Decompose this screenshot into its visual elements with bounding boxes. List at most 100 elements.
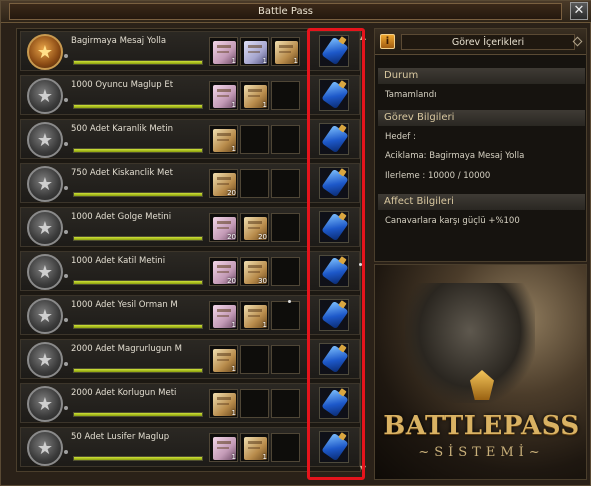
item-slot[interactable]: 20	[240, 213, 269, 242]
item-slot[interactable]: 1	[209, 345, 238, 374]
item-slot[interactable]	[271, 213, 300, 242]
reward-slots: 11	[209, 81, 300, 110]
claim-reward-slot[interactable]	[319, 387, 349, 419]
item-quantity: 1	[262, 321, 267, 329]
potion-bottle-icon[interactable]	[321, 36, 349, 66]
claim-reward-slot[interactable]	[319, 343, 349, 375]
item-slot[interactable]	[271, 389, 300, 418]
item-slot[interactable]: 1	[209, 433, 238, 462]
star-medal-icon: ★	[27, 298, 63, 334]
item-slot[interactable]	[271, 81, 300, 110]
claim-reward-slot[interactable]	[319, 123, 349, 155]
knight-artwork	[405, 283, 535, 403]
item-slot[interactable]: 1	[271, 37, 300, 66]
claim-reward-slot[interactable]	[319, 167, 349, 199]
mission-row[interactable]: ★ 2000 Adet Magrurlugun M 1	[20, 339, 360, 379]
reward-slots: 11	[209, 433, 300, 462]
scroll-down-arrow-icon[interactable]: ▼	[358, 465, 368, 473]
mission-row[interactable]: ★ 2000 Adet Korlugun Meti 1	[20, 383, 360, 423]
mission-row[interactable]: ★ 1000 Adet Katil Metini 20 30	[20, 251, 360, 291]
reward-slots: 1	[209, 345, 300, 374]
mission-row[interactable]: ★ 50 Adet Lusifer Maglup 1 1	[20, 427, 360, 467]
progress-fill	[74, 149, 202, 152]
item-slot[interactable]: 1	[209, 389, 238, 418]
scrollbar[interactable]: ▲ ▼	[358, 33, 368, 473]
potion-bottle-icon[interactable]	[321, 212, 349, 242]
claim-reward-slot[interactable]	[319, 79, 349, 111]
medal-dot	[64, 98, 68, 102]
item-quantity: 1	[262, 453, 267, 461]
item-slot[interactable]	[271, 301, 300, 330]
progress-fill	[74, 237, 202, 240]
item-slot[interactable]: 1	[240, 433, 269, 462]
item-slot[interactable]: 1	[209, 125, 238, 154]
item-slot[interactable]: 1	[240, 301, 269, 330]
item-quantity: 1	[262, 101, 267, 109]
star-medal-icon: ★	[27, 254, 63, 290]
item-slot[interactable]: 1	[209, 81, 238, 110]
mission-row[interactable]: ★ 1000 Oyuncu Maglup Et 1 1	[20, 75, 360, 115]
mission-row[interactable]: ★ 1000 Adet Golge Metini 20 20	[20, 207, 360, 247]
claim-reward-slot[interactable]	[319, 35, 349, 67]
claim-reward-slot[interactable]	[319, 299, 349, 331]
potion-bottle-icon[interactable]	[321, 124, 349, 154]
status-value: Tamamlandı	[385, 90, 437, 100]
star-medal-icon: ★	[27, 166, 63, 202]
item-slot[interactable]	[240, 389, 269, 418]
claim-reward-slot[interactable]	[319, 431, 349, 463]
item-quantity: 1	[231, 321, 236, 329]
item-slot[interactable]: 20	[209, 169, 238, 198]
item-slot[interactable]	[271, 257, 300, 286]
item-slot[interactable]: 1	[209, 37, 238, 66]
item-slot[interactable]: 1	[209, 301, 238, 330]
divider-dot	[359, 263, 362, 266]
potion-bottle-icon[interactable]	[321, 344, 349, 374]
item-slot[interactable]: 1	[240, 37, 269, 66]
mission-progress-bar	[73, 236, 203, 241]
potion-bottle-icon[interactable]	[321, 300, 349, 330]
item-slot[interactable]	[271, 345, 300, 374]
claim-reward-slot[interactable]	[319, 211, 349, 243]
mission-list: ★ Bagirmaya Mesaj Yolla 1 1 1 ★ 1000 Oyuncu Ma…	[16, 28, 361, 472]
item-slot[interactable]: 20	[209, 213, 238, 242]
potion-bottle-icon[interactable]	[321, 256, 349, 286]
target-label: Hedef :	[385, 132, 416, 142]
potion-bottle-icon[interactable]	[321, 432, 349, 462]
item-slot[interactable]	[271, 125, 300, 154]
mission-row[interactable]: ★ 500 Adet Karanlik Metin 1	[20, 119, 360, 159]
reward-slots: 20 30	[209, 257, 300, 286]
progress-fill	[74, 105, 202, 108]
potion-bottle-icon[interactable]	[321, 168, 349, 198]
potion-bottle-icon[interactable]	[321, 80, 349, 110]
potion-bottle-icon[interactable]	[321, 388, 349, 418]
item-slot[interactable]: 1	[240, 81, 269, 110]
item-slot[interactable]	[240, 345, 269, 374]
titlebar[interactable]: Battle Pass ✕	[1, 1, 591, 23]
medal-dot	[64, 318, 68, 322]
scroll-up-arrow-icon[interactable]: ▲	[358, 33, 368, 41]
item-slot[interactable]: 20	[209, 257, 238, 286]
mission-label: 2000 Adet Korlugun Meti	[71, 388, 177, 398]
mission-row[interactable]: ★ Bagirmaya Mesaj Yolla 1 1 1	[20, 31, 360, 71]
item-slot[interactable]	[240, 125, 269, 154]
mission-progress-bar	[73, 60, 203, 65]
item-slot[interactable]: 30	[240, 257, 269, 286]
star-medal-icon: ★	[27, 34, 63, 70]
medal-dot	[64, 406, 68, 410]
close-button[interactable]: ✕	[570, 2, 588, 20]
info-icon[interactable]: i	[380, 34, 395, 49]
mission-row[interactable]: ★ 1000 Adet Yesil Orman M11	[20, 295, 360, 335]
claim-reward-slot[interactable]	[319, 255, 349, 287]
item-quantity: 20	[227, 189, 236, 197]
mission-progress-bar	[73, 104, 203, 109]
mission-row[interactable]: ★ 750 Adet Kiskanclik Met 20	[20, 163, 360, 203]
item-quantity: 1	[293, 57, 298, 65]
mission-progress-bar	[73, 148, 203, 153]
mission-label: 1000 Adet Golge Metini	[71, 212, 172, 222]
mission-progress-bar	[73, 324, 203, 329]
item-slot[interactable]	[271, 169, 300, 198]
scroll-track[interactable]	[362, 41, 363, 465]
mission-label: Bagirmaya Mesaj Yolla	[71, 36, 167, 46]
item-slot[interactable]	[271, 433, 300, 462]
item-slot[interactable]	[240, 169, 269, 198]
